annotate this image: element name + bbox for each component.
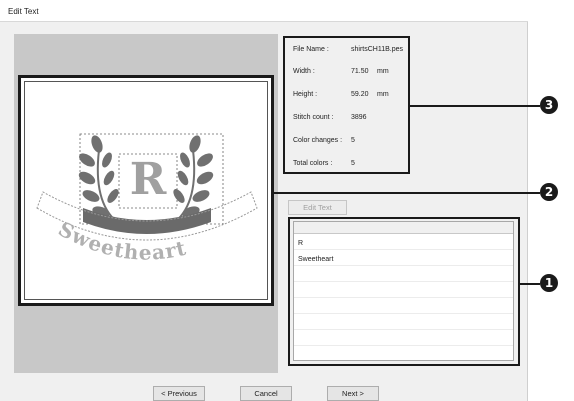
callout-badge-3: 3	[540, 96, 558, 114]
info-row-color-changes: Color changes : 5	[293, 137, 355, 144]
info-label: Height :	[293, 91, 318, 98]
text-list-header	[294, 222, 513, 234]
info-row-stitch-count: Stitch count : 3896	[293, 114, 367, 121]
info-value: 3896	[351, 114, 367, 121]
list-item[interactable]: R	[294, 237, 513, 250]
info-label: Color changes :	[293, 137, 343, 144]
info-row-total-colors: Total colors : 5	[293, 160, 355, 167]
info-unit: mm	[377, 91, 389, 98]
callout-line-2	[274, 192, 540, 194]
info-value: 59.20	[351, 91, 369, 98]
list-item-empty	[294, 301, 513, 314]
info-unit: mm	[377, 68, 389, 75]
list-item-empty	[294, 285, 513, 298]
previous-button[interactable]: < Previous	[153, 386, 205, 401]
callout-line-1	[520, 283, 540, 285]
callout-line-3	[410, 105, 540, 107]
cancel-button[interactable]: Cancel	[240, 386, 292, 401]
info-value: 5	[351, 137, 355, 144]
list-item-empty	[294, 317, 513, 330]
dialog-title: Edit Text	[8, 7, 39, 16]
title-bar: Edit Text	[0, 0, 528, 22]
list-item-empty	[294, 333, 513, 346]
info-value: 71.50	[351, 68, 369, 75]
text-list[interactable]: R Sweetheart	[293, 221, 514, 361]
info-row-height: Height : 59.20 mm	[293, 91, 389, 98]
info-label: Width :	[293, 68, 315, 75]
info-label: File Name :	[293, 46, 329, 53]
edit-text-button[interactable]: Edit Text	[288, 200, 347, 215]
info-label: Total colors :	[293, 160, 333, 167]
embroidery-design-image: R Sweetheart	[36, 133, 258, 265]
callout-badge-1: 1	[540, 274, 558, 292]
info-row-width: Width : 71.50 mm	[293, 68, 389, 75]
info-value: shirtsCH11B.pes	[351, 46, 404, 53]
info-label: Stitch count :	[293, 114, 334, 121]
info-row-filename: File Name : shirtsCH11B.pes	[293, 46, 403, 53]
info-value: 5	[351, 160, 355, 167]
callout-badge-2: 2	[540, 183, 558, 201]
design-letter: R	[130, 154, 167, 205]
list-item[interactable]: Sweetheart	[294, 253, 513, 266]
design-info-panel: File Name : shirtsCH11B.pes Width : 71.50 m…	[283, 36, 410, 174]
right-laurel	[173, 135, 214, 223]
list-item-empty	[294, 269, 513, 282]
next-button[interactable]: Next >	[327, 386, 379, 401]
design-preview: R Sweetheart	[24, 81, 268, 300]
